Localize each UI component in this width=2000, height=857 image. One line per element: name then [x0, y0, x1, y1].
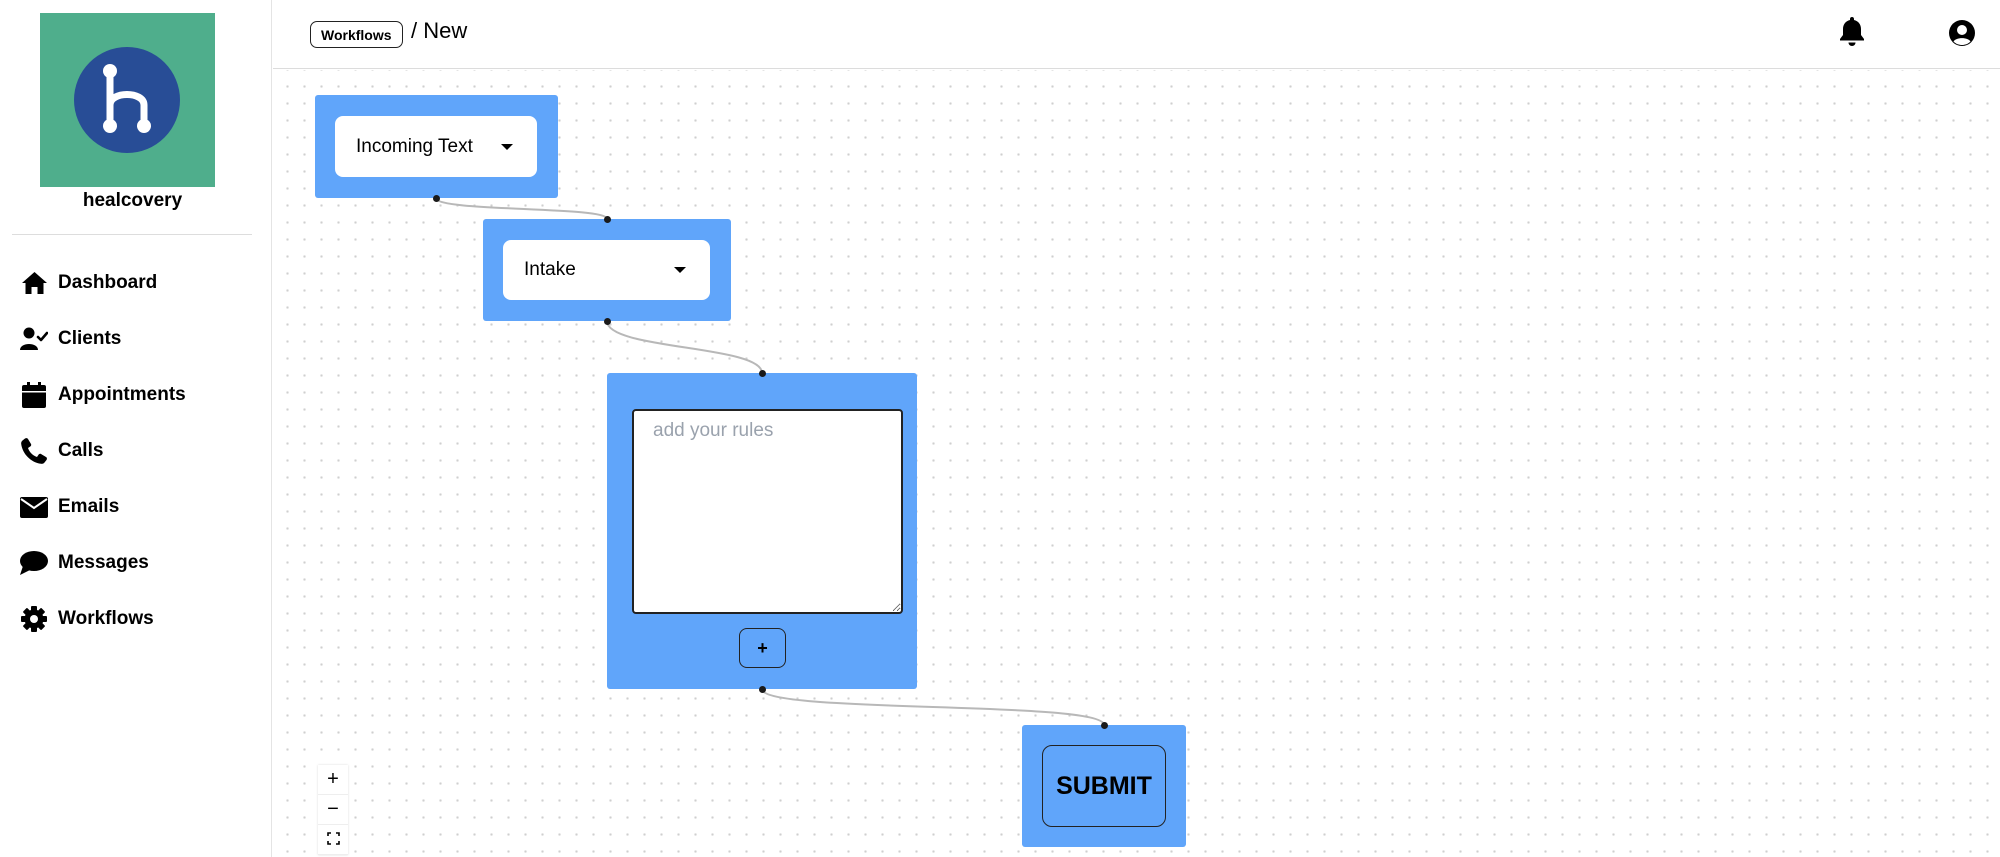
trigger-select[interactable]: Incoming Text	[335, 116, 537, 177]
envelope-icon	[20, 493, 48, 521]
breadcrumb-current: / New	[411, 18, 468, 43]
add-rule-button[interactable]: +	[739, 628, 786, 668]
sidebar-item-label: Messages	[58, 552, 149, 573]
canvas-controls: + −	[318, 765, 348, 855]
rules-output-handle[interactable]	[758, 685, 766, 693]
sidebar-item-messages[interactable]: Messages	[20, 535, 186, 591]
stage-node[interactable]: Intake	[483, 219, 731, 321]
house-icon	[20, 269, 48, 297]
sidebar-item-label: Appointments	[58, 384, 186, 405]
sidebar-item-label: Dashboard	[58, 272, 158, 293]
top-bar: Workflows / New	[273, 0, 2000, 69]
sidebar-item-appointments[interactable]: Appointments	[20, 367, 186, 423]
stage-select[interactable]: Intake	[503, 240, 710, 300]
sidebar: healcovery Dashboard Clients Appointment…	[0, 0, 272, 857]
zoom-out-button[interactable]: −	[318, 795, 348, 825]
breadcrumb-workflows-button[interactable]: Workflows	[310, 21, 403, 48]
sidebar-item-label: Calls	[58, 440, 104, 461]
sidebar-item-calls[interactable]: Calls	[20, 423, 186, 479]
user-check-icon	[20, 325, 48, 353]
sidebar-item-dashboard[interactable]: Dashboard	[20, 255, 186, 311]
fit-view-button[interactable]	[318, 825, 348, 855]
caret-down-icon	[674, 267, 686, 273]
rules-textarea[interactable]	[632, 409, 903, 614]
submit-button[interactable]: SUBMIT	[1042, 745, 1166, 827]
trigger-select-value: Incoming Text	[356, 135, 473, 157]
sidebar-item-label: Clients	[58, 328, 122, 349]
phone-icon	[20, 437, 48, 465]
trigger-output-handle[interactable]	[432, 194, 440, 202]
zoom-in-button[interactable]: +	[318, 765, 348, 795]
stage-input-handle[interactable]	[603, 215, 611, 223]
brand-name: healcovery	[82, 190, 183, 211]
sidebar-item-label: Emails	[58, 496, 120, 517]
bell-icon[interactable]	[1839, 16, 1865, 51]
account-circle-icon[interactable]	[1948, 19, 1976, 52]
fit-view-icon	[326, 828, 340, 851]
chat-bubble-icon	[20, 549, 48, 577]
stage-output-handle[interactable]	[603, 317, 611, 325]
sidebar-nav: Dashboard Clients Appointments Calls Ema…	[20, 255, 186, 647]
brand-logo[interactable]	[40, 13, 215, 187]
rules-input-handle[interactable]	[758, 369, 766, 377]
sidebar-item-workflows[interactable]: Workflows	[20, 591, 186, 647]
trigger-node[interactable]: Incoming Text	[315, 95, 558, 198]
sidebar-item-clients[interactable]: Clients	[20, 311, 186, 367]
stage-select-value: Intake	[524, 259, 576, 280]
sidebar-divider	[12, 234, 252, 235]
logo-mark	[74, 47, 180, 153]
sidebar-item-label: Workflows	[58, 608, 154, 629]
sidebar-item-emails[interactable]: Emails	[20, 479, 186, 535]
letter-h-icon	[103, 64, 151, 133]
calendar-icon	[20, 381, 48, 409]
caret-down-icon	[501, 143, 513, 150]
submit-input-handle[interactable]	[1100, 721, 1108, 729]
gear-icon	[20, 605, 48, 633]
